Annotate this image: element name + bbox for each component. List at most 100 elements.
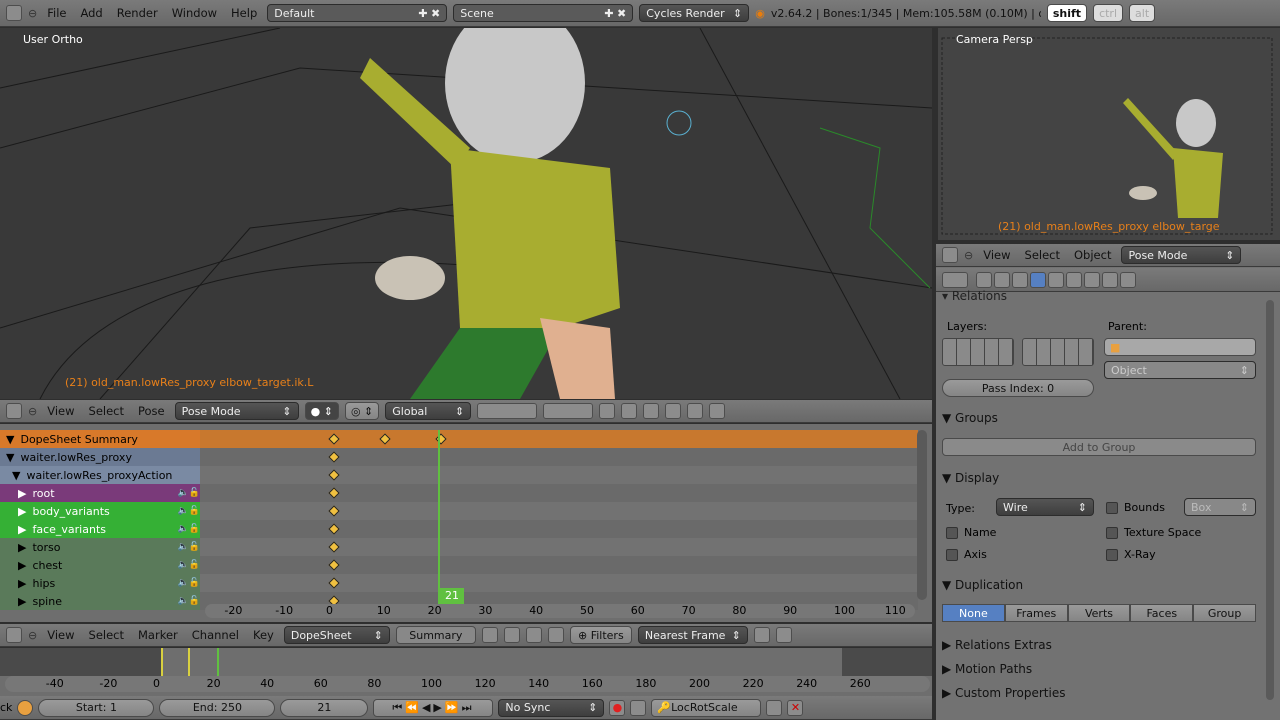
filters-button[interactable]: ⊕ Filters: [569, 626, 632, 644]
render-engine-select[interactable]: Cycles Render ⇕: [639, 4, 750, 22]
dopesheet-editor[interactable]: ▼ DopeSheet Summary ▼ waiter.lowRes_proxy…: [0, 424, 932, 622]
filter-icon[interactable]: [525, 627, 542, 643]
parent-field[interactable]: ■: [1104, 338, 1256, 356]
lock-camera-icon[interactable]: [599, 403, 616, 419]
parent-type-select[interactable]: Object ⇕: [1104, 361, 1256, 379]
current-frame-badge[interactable]: 21: [440, 588, 464, 604]
expand-icon[interactable]: ▼: [12, 469, 20, 482]
keying-icon[interactable]: [630, 699, 647, 716]
dopesheet-row[interactable]: [200, 574, 918, 592]
expand-icon[interactable]: ▶: [18, 487, 26, 500]
menu-view[interactable]: View: [43, 404, 78, 418]
screen-layout-select[interactable]: Default ✚ ✖: [267, 4, 448, 22]
expand-icon[interactable]: ▼: [6, 433, 14, 446]
menu-help[interactable]: Help: [227, 6, 261, 20]
duplication-panel-header[interactable]: ▼ Duplication: [942, 577, 1260, 593]
dopesheet-row[interactable]: [200, 484, 918, 502]
menu-window[interactable]: Window: [168, 6, 221, 20]
orientation-select[interactable]: Global ⇕: [385, 402, 472, 420]
groups-panel-header[interactable]: ▼ Groups: [942, 410, 1260, 426]
menu-channel[interactable]: Channel: [188, 628, 243, 642]
bounds-type-select[interactable]: Box ⇕: [1184, 498, 1256, 516]
keyframe[interactable]: [328, 433, 340, 445]
playhead[interactable]: [438, 430, 440, 606]
ghost-icon[interactable]: [503, 627, 520, 643]
duplication-faces[interactable]: Faces: [1130, 604, 1194, 622]
display-type-select[interactable]: Wire ⇕: [996, 498, 1094, 516]
delete-key-icon[interactable]: ✕: [787, 699, 804, 716]
menu-object[interactable]: Object: [1070, 248, 1115, 262]
mute-lock-icons[interactable]: 🔈🔓: [178, 488, 200, 498]
record-icon[interactable]: ●: [609, 699, 626, 716]
dopesheet-ruler[interactable]: -20 -10 0 10 20 30 40 50 60 70 80 90 100 110: [205, 604, 915, 618]
timeline-playhead[interactable]: [217, 648, 220, 676]
expand-icon[interactable]: ▶: [18, 541, 26, 554]
layers-icon[interactable]: [477, 403, 538, 419]
mute-lock-icons[interactable]: 🔈🔓: [178, 596, 200, 606]
keyframe[interactable]: [328, 505, 340, 517]
channel-root[interactable]: ▶ root 🔈🔓: [0, 484, 200, 502]
dopesheet-mode-select[interactable]: DopeSheet ⇕: [283, 626, 390, 644]
paste-pose-icon[interactable]: [709, 403, 726, 419]
tab-constraints-icon[interactable]: [1048, 271, 1064, 288]
end-frame-field[interactable]: End: 250: [159, 698, 276, 717]
keyframe[interactable]: [328, 577, 340, 589]
menu-view[interactable]: View: [43, 628, 78, 642]
menu-key[interactable]: Key: [249, 628, 278, 642]
motion-paths-panel-header[interactable]: ▶ Motion Paths: [942, 661, 1260, 677]
dopesheet-row[interactable]: [200, 538, 918, 556]
expand-icon[interactable]: ▶: [18, 577, 26, 590]
add-to-group-button[interactable]: Add to Group: [942, 438, 1256, 456]
sync-select[interactable]: No Sync ⇕: [498, 698, 605, 717]
channel-hips[interactable]: ▶ hips 🔈🔓: [0, 574, 200, 592]
relations-extras-panel-header[interactable]: ▶ Relations Extras: [942, 637, 1260, 653]
duplication-none[interactable]: None: [942, 604, 1005, 622]
insert-key-icon[interactable]: [766, 699, 783, 716]
properties-scrollbar[interactable]: [1266, 300, 1274, 700]
menu-render[interactable]: Render: [113, 6, 162, 20]
editor-type-icon[interactable]: [942, 271, 968, 288]
tab-object-icon[interactable]: [1030, 271, 1046, 288]
xray-checkbox[interactable]: X-Ray: [1106, 548, 1156, 561]
channel-spine[interactable]: ▶ spine 🔈🔓: [0, 592, 200, 610]
menu-marker[interactable]: Marker: [134, 628, 182, 642]
tab-world-icon[interactable]: [1012, 271, 1028, 288]
expand-icon[interactable]: ▼: [6, 451, 14, 464]
duplication-group[interactable]: Group: [1193, 604, 1256, 622]
channel-waiter-lowres-proxyaction[interactable]: ▼ waiter.lowRes_proxyAction: [0, 466, 200, 484]
menu-select[interactable]: Select: [85, 404, 128, 418]
editor-type-icon[interactable]: [6, 403, 22, 419]
duplication-frames[interactable]: Frames: [1004, 604, 1068, 622]
timeline-keyframe-line[interactable]: [187, 648, 190, 676]
dopesheet-scrollbar[interactable]: [917, 430, 927, 600]
relations-panel-header[interactable]: ▾ Relations: [942, 290, 1260, 302]
tab-bone-constraints-icon[interactable]: [1102, 271, 1118, 288]
timeline-editor[interactable]: -40 -20 0 20 40 60 80 100 120 140 160 180 200 220 240 2…: [0, 648, 932, 696]
bounds-checkbox[interactable]: Bounds: [1106, 501, 1165, 514]
current-frame-field[interactable]: 21: [280, 698, 369, 717]
expand-icon[interactable]: ▶: [18, 559, 26, 572]
summary-toggle[interactable]: Summary: [395, 626, 476, 644]
layers-grid-1[interactable]: [942, 338, 1014, 366]
dopesheet-row[interactable]: [200, 556, 918, 574]
dopesheet-row[interactable]: [200, 520, 918, 538]
duplication-verts[interactable]: Verts: [1067, 604, 1131, 622]
channel-waiter-lowres-proxy[interactable]: ▼ waiter.lowRes_proxy: [0, 448, 200, 466]
render-icon[interactable]: [665, 403, 682, 419]
editor-type-icon[interactable]: [6, 627, 22, 643]
mute-lock-icons[interactable]: 🔈🔓: [178, 578, 200, 588]
dopesheet-row[interactable]: [200, 466, 918, 484]
info-editor-icon[interactable]: [6, 5, 22, 21]
collapse-icon[interactable]: ⊖: [28, 629, 37, 642]
editor-type-icon[interactable]: [942, 247, 958, 263]
menu-select[interactable]: Select: [1021, 248, 1064, 262]
name-checkbox[interactable]: Name: [946, 526, 996, 539]
channel-body-variants[interactable]: ▶ body_variants 🔈🔓: [0, 502, 200, 520]
channel-dopesheet-summary[interactable]: ▼ DopeSheet Summary: [0, 430, 200, 448]
channel-face-variants[interactable]: ▶ face_variants 🔈🔓: [0, 520, 200, 538]
3d-viewport[interactable]: User Ortho (21) old_man.lowRes_proxy elb…: [0, 28, 932, 399]
scene-select[interactable]: Scene ✚ ✖: [453, 4, 634, 22]
texture-space-checkbox[interactable]: Texture Space: [1106, 526, 1201, 539]
collapse-icon[interactable]: ⊖: [28, 7, 37, 20]
channel-chest[interactable]: ▶ chest 🔈🔓: [0, 556, 200, 574]
